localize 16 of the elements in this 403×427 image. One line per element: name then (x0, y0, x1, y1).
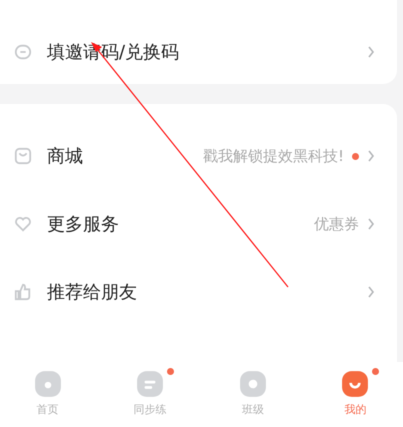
menu-item-note: 戳我解锁提效黑科技! (202, 146, 344, 166)
class-icon (238, 370, 267, 398)
list-icon (136, 370, 164, 398)
menu-item-label[interactable]: 推荐给朋友 (47, 280, 137, 304)
heart-icon (14, 215, 32, 233)
thumbs-up-icon (14, 283, 32, 301)
chevron-right-icon (367, 46, 375, 58)
chevron-right-icon (367, 218, 375, 230)
bag-icon (14, 147, 32, 165)
menu-item-label[interactable]: 商城 (47, 144, 83, 168)
chevron-right-icon (367, 286, 375, 298)
home-icon (34, 370, 62, 398)
menu-item-note: 优惠券 (314, 214, 359, 234)
menu-item-label[interactable]: 更多服务 (47, 212, 119, 236)
profile-icon (341, 370, 370, 398)
chevron-right-icon (367, 150, 375, 162)
